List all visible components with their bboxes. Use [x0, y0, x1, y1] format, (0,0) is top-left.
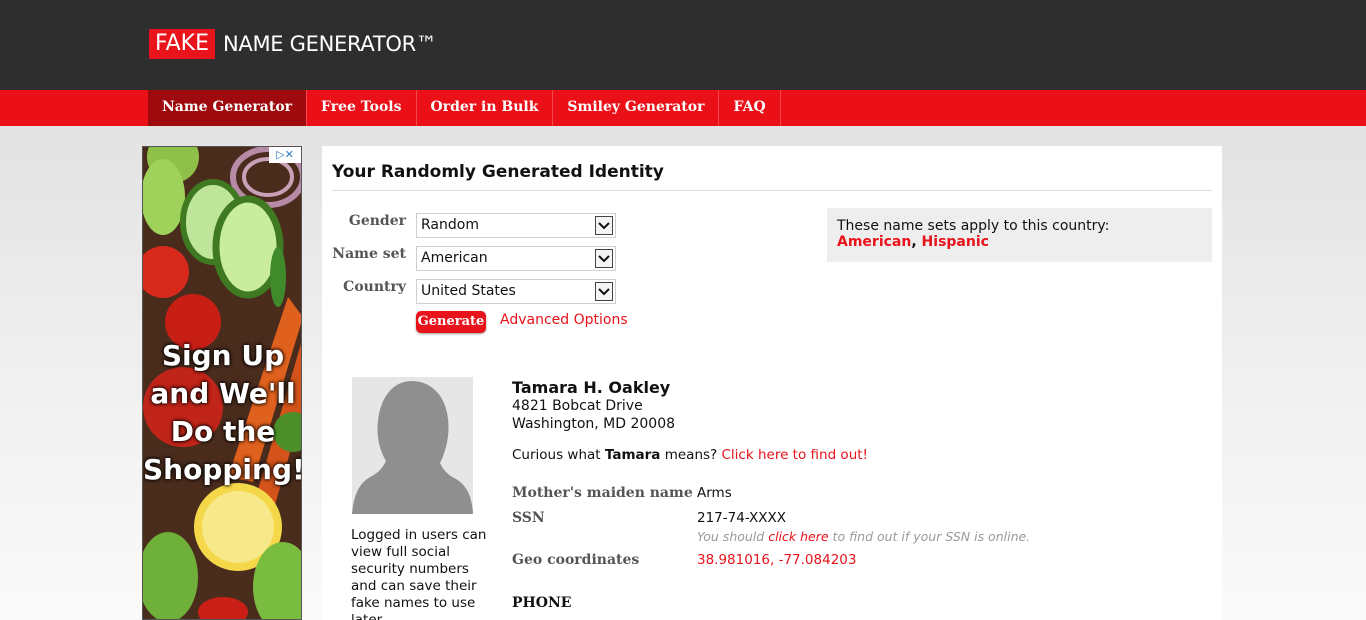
ssn-note-suffix: to find out if your SSN is online.: [832, 529, 1031, 544]
ad-line-1: Sign Up: [161, 339, 285, 372]
avatar-silhouette: [352, 377, 473, 514]
ad-line-3: Do the: [170, 415, 276, 448]
ad-line-2: and We'll: [150, 377, 296, 410]
logo-fake-text: FAKE: [149, 29, 216, 59]
site-logo[interactable]: FAKE NAME GENERATOR™: [149, 29, 437, 59]
gender-select[interactable]: Random: [416, 213, 616, 238]
name-sets-list: American, Hispanic: [837, 234, 1202, 250]
identity-card: Your Randomly Generated Identity Gender …: [322, 146, 1222, 620]
person-name: Tamara H. Oakley: [512, 378, 671, 397]
sidebar-advertisement[interactable]: ▷✕ Sign Up and We'll Do the Shopping!: [142, 146, 302, 620]
nav-item-smiley-generator[interactable]: Smiley Generator: [553, 90, 720, 126]
nav-item-name-generator[interactable]: Name Generator: [148, 90, 308, 126]
chevron-down-icon: [595, 249, 613, 268]
ssn-note: You should click here to find out if you…: [697, 529, 1030, 544]
adchoices-icon[interactable]: ▷✕: [269, 147, 301, 163]
name-meaning-link[interactable]: Click here to find out!: [722, 447, 868, 463]
generate-button[interactable]: Generate: [416, 311, 486, 333]
chevron-down-icon: [595, 282, 613, 301]
country-label: Country: [343, 279, 406, 295]
title-divider: [332, 190, 1212, 191]
geo-label: Geo coordinates: [512, 552, 640, 568]
curious-middle: means?: [664, 447, 718, 463]
login-note: Logged in users can view full social sec…: [351, 527, 487, 620]
maiden-name-value: Arms: [697, 485, 732, 501]
name-set-link-hispanic[interactable]: Hispanic: [922, 234, 989, 250]
chevron-down-icon: [595, 216, 613, 235]
main-navigation: Name Generator Free Tools Order in Bulk …: [0, 90, 1366, 126]
page-title: Your Randomly Generated Identity: [332, 162, 664, 182]
nameset-row: Name set American: [322, 246, 622, 271]
nameset-select-value: American: [421, 250, 488, 266]
logo-name-generator-text: NAME GENERATOR™: [223, 32, 437, 56]
ssn-check-link[interactable]: click here: [768, 529, 828, 544]
top-header: FAKE NAME GENERATOR™: [0, 0, 1366, 90]
country-select[interactable]: United States: [416, 279, 616, 304]
geo-coordinates-link[interactable]: 38.981016, -77.084203: [697, 552, 856, 568]
nav-item-faq[interactable]: FAQ: [719, 90, 781, 126]
name-sets-info-box: These name sets apply to this country: A…: [827, 208, 1212, 262]
country-select-value: United States: [421, 283, 516, 299]
ssn-note-prefix: You should: [697, 529, 765, 544]
curious-name: Tamara: [604, 447, 661, 463]
gender-select-value: Random: [421, 217, 479, 233]
phone-section-heading: PHONE: [512, 595, 572, 611]
name-set-link-american[interactable]: American: [837, 234, 911, 250]
address-line-1: 4821 Bobcat Drive: [512, 398, 643, 414]
nameset-select[interactable]: American: [416, 246, 616, 271]
nameset-label: Name set: [332, 246, 406, 262]
name-meaning-prompt: Curious what Tamara means? Click here to…: [512, 447, 868, 463]
person-silhouette-icon: [352, 377, 473, 514]
country-row: Country United States: [322, 279, 622, 304]
address-line-2: Washington, MD 20008: [512, 416, 676, 432]
ssn-label: SSN: [512, 510, 545, 526]
name-set-separator: ,: [911, 234, 917, 250]
ad-line-4: Shopping!: [143, 453, 302, 486]
name-sets-lead: These name sets apply to this country:: [837, 218, 1110, 234]
maiden-name-label: Mother's maiden name: [512, 485, 693, 501]
nav-item-order-in-bulk[interactable]: Order in Bulk: [417, 90, 554, 126]
curious-prefix: Curious what: [512, 447, 601, 463]
gender-row: Gender Random: [322, 213, 622, 238]
ad-headline: Sign Up and We'll Do the Shopping!: [143, 337, 302, 489]
nav-item-free-tools[interactable]: Free Tools: [307, 90, 417, 126]
advanced-options-link[interactable]: Advanced Options: [500, 312, 628, 328]
nav-list: Name Generator Free Tools Order in Bulk …: [148, 90, 781, 126]
ssn-value: 217-74-XXXX: [697, 510, 787, 526]
gender-label: Gender: [348, 213, 406, 229]
